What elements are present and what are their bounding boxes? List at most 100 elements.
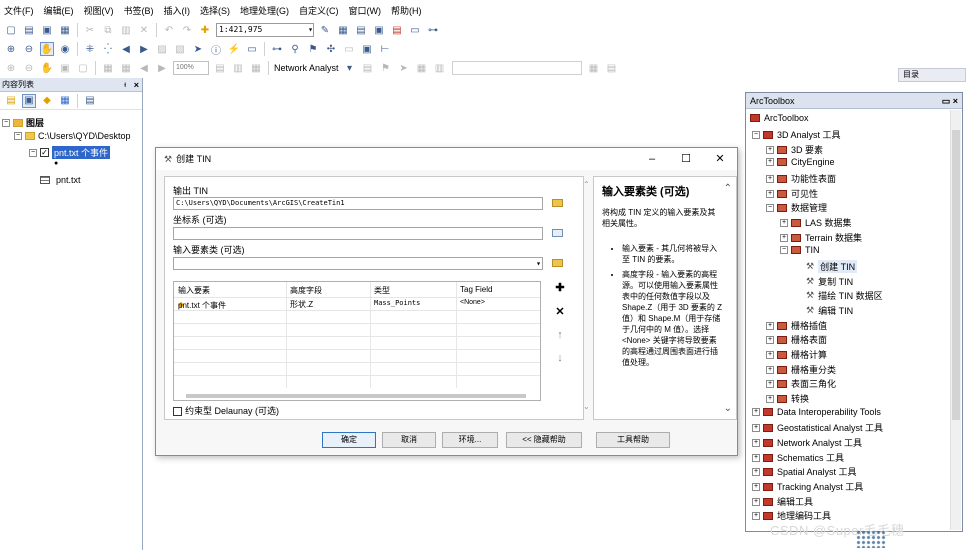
na-select-icon[interactable]: ➤ bbox=[397, 61, 411, 75]
toolset-raster-math[interactable]: + 栅格计算 bbox=[766, 348, 827, 361]
na-create-location-icon[interactable]: ⚑ bbox=[379, 61, 393, 75]
toolbox-scrollbar[interactable] bbox=[950, 110, 961, 530]
go-to-xy-icon[interactable]: ✣ bbox=[324, 42, 338, 56]
fixed-zoom-in-icon[interactable]: ⁜ bbox=[83, 42, 97, 56]
tool-delineate-tin[interactable]: ⚒ 描绘 TIN 数据区 bbox=[806, 289, 883, 302]
crs-properties-icon[interactable] bbox=[549, 226, 565, 240]
scrollbar-thumb[interactable] bbox=[952, 130, 960, 420]
paste-icon[interactable]: ▥ bbox=[119, 23, 133, 37]
editor-icon[interactable]: ✎ bbox=[318, 23, 332, 37]
remove-row-icon[interactable]: ✕ bbox=[553, 305, 567, 319]
menu-geoprocessing[interactable]: 地理处理(G) bbox=[240, 4, 289, 17]
copy-icon[interactable]: ⧉ bbox=[101, 23, 115, 37]
collapse-icon[interactable]: − bbox=[752, 130, 760, 139]
toolbox-root[interactable]: ArcToolbox bbox=[750, 113, 809, 123]
add-data-icon[interactable]: ✚ bbox=[198, 23, 212, 37]
toolbox-editing[interactable]: + 编辑工具 bbox=[752, 495, 813, 508]
restore-icon[interactable]: ▭ bbox=[942, 96, 951, 106]
menu-selection[interactable]: 选择(S) bbox=[200, 4, 230, 17]
menu-view[interactable]: 视图(V) bbox=[84, 4, 114, 17]
move-down-icon[interactable]: ↓ bbox=[553, 351, 567, 365]
event-layer-label[interactable]: pnt.txt 个事件 bbox=[52, 146, 111, 159]
toolset-visibility[interactable]: + 可见性 bbox=[766, 187, 818, 200]
delaunay-option[interactable]: 约束型 Delaunay (可选) bbox=[173, 404, 279, 417]
python-window-icon[interactable]: ▭ bbox=[408, 23, 422, 37]
toolset-functional-surface[interactable]: + 功能性表面 bbox=[766, 172, 836, 185]
row-tag-field[interactable]: <None> bbox=[460, 299, 485, 306]
expand-icon[interactable]: + bbox=[766, 189, 774, 198]
table-window-icon[interactable]: ▦ bbox=[336, 23, 350, 37]
hide-help-button[interactable]: << 隐藏帮助 bbox=[506, 432, 582, 448]
redo-icon[interactable]: ↷ bbox=[180, 23, 194, 37]
expand-icon[interactable]: + bbox=[752, 423, 760, 432]
viewer-icon[interactable]: ▣ bbox=[360, 42, 374, 56]
maximize-icon[interactable]: ☐ bbox=[668, 148, 704, 170]
menu-windows[interactable]: 窗口(W) bbox=[349, 4, 382, 17]
georef-icon[interactable]: ▦ bbox=[587, 61, 601, 75]
expand-icon[interactable]: + bbox=[766, 365, 774, 374]
expand-icon[interactable]: + bbox=[766, 174, 774, 183]
list-by-selection-icon[interactable]: ▦ bbox=[58, 94, 72, 108]
minimize-icon[interactable]: – bbox=[634, 148, 670, 170]
toolbox-geostatistical[interactable]: + Geostatistical Analyst 工具 bbox=[752, 421, 883, 434]
zoom-out-icon[interactable]: ⊖ bbox=[22, 42, 36, 56]
zoom-in-icon[interactable]: ⊕ bbox=[4, 42, 18, 56]
find-icon[interactable]: ⚲ bbox=[288, 42, 302, 56]
back-icon[interactable]: ◀ bbox=[119, 42, 133, 56]
expand-icon[interactable]: + bbox=[766, 335, 774, 344]
input-features-combo[interactable]: ▾ bbox=[173, 257, 543, 270]
close-icon[interactable]: × bbox=[134, 78, 139, 92]
browse-folder-icon[interactable] bbox=[549, 196, 565, 210]
toolbox-schematics[interactable]: + Schematics 工具 bbox=[752, 451, 844, 464]
html-popup-icon[interactable]: ▭ bbox=[245, 42, 259, 56]
list-by-visibility-icon[interactable]: ◆ bbox=[40, 94, 54, 108]
save-icon[interactable]: ▣ bbox=[40, 23, 54, 37]
fixed-zoom-out-icon[interactable]: ⁛ bbox=[101, 42, 115, 56]
layout-fixed-in-icon[interactable]: ▦ bbox=[101, 61, 115, 75]
expand-icon[interactable]: + bbox=[752, 408, 760, 416]
expand-icon[interactable]: + bbox=[752, 482, 760, 491]
identify-icon[interactable]: ⓘ bbox=[209, 42, 223, 57]
find-route-icon[interactable]: ⚑ bbox=[306, 42, 320, 56]
layout-pan-icon[interactable]: ✋ bbox=[40, 61, 54, 75]
menu-bookmarks[interactable]: 书签(B) bbox=[124, 4, 154, 17]
swipe-icon[interactable]: ⊢ bbox=[378, 42, 392, 56]
toolbox-spatial-analyst[interactable]: + Spatial Analyst 工具 bbox=[752, 465, 857, 478]
tool-create-tin[interactable]: ⚒ 创建 TIN bbox=[806, 260, 858, 273]
print-icon[interactable]: ▦ bbox=[58, 23, 72, 37]
toolbox-data-interop[interactable]: + Data Interoperability Tools bbox=[752, 407, 881, 417]
collapse-icon[interactable]: − bbox=[766, 203, 774, 212]
expand-icon[interactable]: + bbox=[766, 350, 774, 359]
row-type[interactable]: Mass_Points bbox=[374, 299, 420, 307]
options-icon[interactable]: ▤ bbox=[83, 94, 97, 108]
pan-icon[interactable]: ✋ bbox=[40, 42, 54, 56]
toolset-tin[interactable]: − TIN bbox=[780, 245, 820, 255]
add-row-icon[interactable]: ✚ bbox=[553, 281, 567, 295]
na-solve-icon[interactable]: ▦ bbox=[415, 61, 429, 75]
expand-icon[interactable]: + bbox=[766, 394, 774, 403]
expand-icon[interactable]: + bbox=[766, 145, 774, 154]
na-window-icon[interactable]: ▤ bbox=[361, 61, 375, 75]
forward-icon[interactable]: ▶ bbox=[137, 42, 151, 56]
tool-copy-tin[interactable]: ⚒ 复制 TIN bbox=[806, 275, 853, 288]
georef-table-icon[interactable]: ▤ bbox=[605, 61, 619, 75]
toolset-cityengine[interactable]: + CityEngine bbox=[766, 157, 835, 167]
expand-icon[interactable]: + bbox=[752, 438, 760, 447]
menu-help[interactable]: 帮助(H) bbox=[391, 4, 422, 17]
expand-icon[interactable]: + bbox=[752, 497, 760, 506]
change-layout-icon[interactable]: ▦ bbox=[249, 61, 263, 75]
close-icon[interactable]: ✕ bbox=[702, 148, 738, 170]
layout-zoom-in-icon[interactable]: ⊕ bbox=[4, 61, 18, 75]
scale-combo[interactable]: 1:421,975 ▾ bbox=[216, 23, 314, 37]
measure-icon[interactable]: ⊶ bbox=[270, 42, 284, 56]
layers-row[interactable]: − 图层 bbox=[2, 116, 44, 129]
zoom-whole-page-icon[interactable]: ▣ bbox=[58, 61, 72, 75]
scroll-up-icon[interactable]: ⌃ bbox=[724, 183, 732, 194]
chevron-down-icon[interactable]: ▾ bbox=[308, 24, 313, 36]
tool-help-button[interactable]: 工具帮助 bbox=[596, 432, 670, 448]
move-up-icon[interactable]: ↑ bbox=[553, 328, 567, 342]
toolbox-network-analyst[interactable]: + Network Analyst 工具 bbox=[752, 436, 862, 449]
toolset-triangulated-surface[interactable]: + 表面三角化 bbox=[766, 377, 836, 390]
expand-icon[interactable]: + bbox=[766, 379, 774, 388]
cancel-button[interactable]: 取消 bbox=[382, 432, 436, 448]
